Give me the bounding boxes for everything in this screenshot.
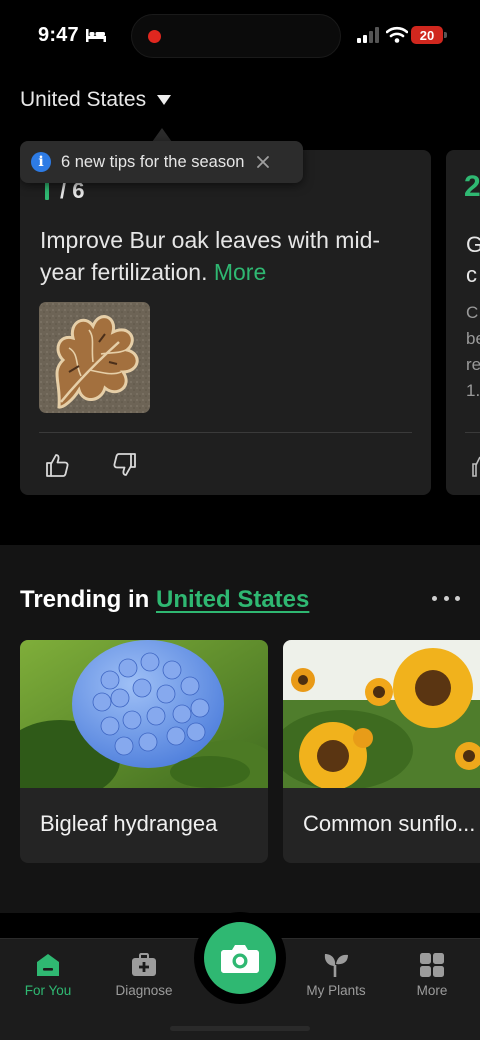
app-screen: 9:47 20 United States / 6 Improve Bur oa… <box>0 0 480 1040</box>
home-icon <box>37 954 59 976</box>
thumbs-up-icon[interactable] <box>44 452 70 478</box>
next-tip-title: Gc <box>466 232 480 287</box>
tip-more-link[interactable]: More <box>214 259 266 285</box>
battery-icon: 20 <box>411 26 443 44</box>
tips-tooltip[interactable]: i 6 new tips for the season <box>20 141 303 183</box>
camera-icon <box>221 945 259 973</box>
sunflower-image <box>283 640 480 788</box>
status-bar: 9:47 20 <box>0 0 480 72</box>
tip-leaf-image <box>39 302 150 413</box>
hydrangea-image <box>20 640 268 788</box>
trending-header: Trending in United States <box>20 586 309 614</box>
tooltip-arrow <box>152 128 172 142</box>
bed-icon <box>86 29 106 42</box>
nav-label: Diagnose <box>115 983 173 998</box>
country-label: United States <box>20 88 147 111</box>
next-tip-body: Cbere1. <box>466 303 480 400</box>
grid-icon <box>420 953 444 977</box>
plant-name: Bigleaf hydrangea <box>40 811 218 836</box>
home-indicator <box>170 1026 310 1031</box>
next-tip-divider <box>465 432 480 433</box>
counter-progress-bar <box>45 182 49 200</box>
trending-prefix: Trending in <box>20 586 150 613</box>
medkit-icon <box>132 953 156 976</box>
nav-my-plants[interactable]: My Plants <box>288 939 384 1009</box>
dynamic-island <box>131 14 341 58</box>
recording-indicator <box>148 30 161 43</box>
nav-label: For You <box>24 983 72 998</box>
next-tip-card[interactable]: 2 Gc Cbere1. <box>446 150 480 495</box>
nav-label: More <box>416 983 448 998</box>
info-icon: i <box>31 152 51 172</box>
country-selector[interactable]: United States <box>20 86 172 114</box>
tip-divider <box>39 432 412 433</box>
thumbs-down-icon[interactable] <box>112 452 138 478</box>
trending-plant-card[interactable]: Bigleaf hydrangea <box>20 640 268 863</box>
next-tip-counter: 2 <box>464 170 480 203</box>
wifi-icon <box>386 26 408 43</box>
sprout-icon <box>324 954 348 977</box>
tooltip-text: 6 new tips for the season <box>61 152 245 171</box>
caret-down-icon <box>157 95 172 105</box>
tip-card[interactable]: / 6 Improve Bur oak leaves with mid-year… <box>20 150 431 495</box>
battery-nub <box>444 32 447 38</box>
nav-label: My Plants <box>306 983 366 998</box>
status-time: 9:47 <box>38 24 79 46</box>
thumbs-up-icon[interactable] <box>470 455 480 477</box>
tip-text: Improve Bur oak leaves with mid-year fer… <box>40 224 410 288</box>
signal-icon <box>357 27 379 43</box>
tip-body: Improve Bur oak leaves with mid-year fer… <box>40 227 381 285</box>
trending-plant-card[interactable]: Common sunflo... <box>283 640 480 863</box>
camera-button[interactable] <box>204 922 276 994</box>
nav-more[interactable]: More <box>384 939 480 1009</box>
nav-for-you[interactable]: For You <box>0 939 96 1009</box>
more-options-icon[interactable] <box>432 590 460 606</box>
plant-name: Common sunflo... <box>303 811 476 836</box>
nav-diagnose[interactable]: Diagnose <box>96 939 192 1009</box>
trending-location-link[interactable]: United States <box>156 586 309 613</box>
close-icon[interactable] <box>256 155 270 169</box>
